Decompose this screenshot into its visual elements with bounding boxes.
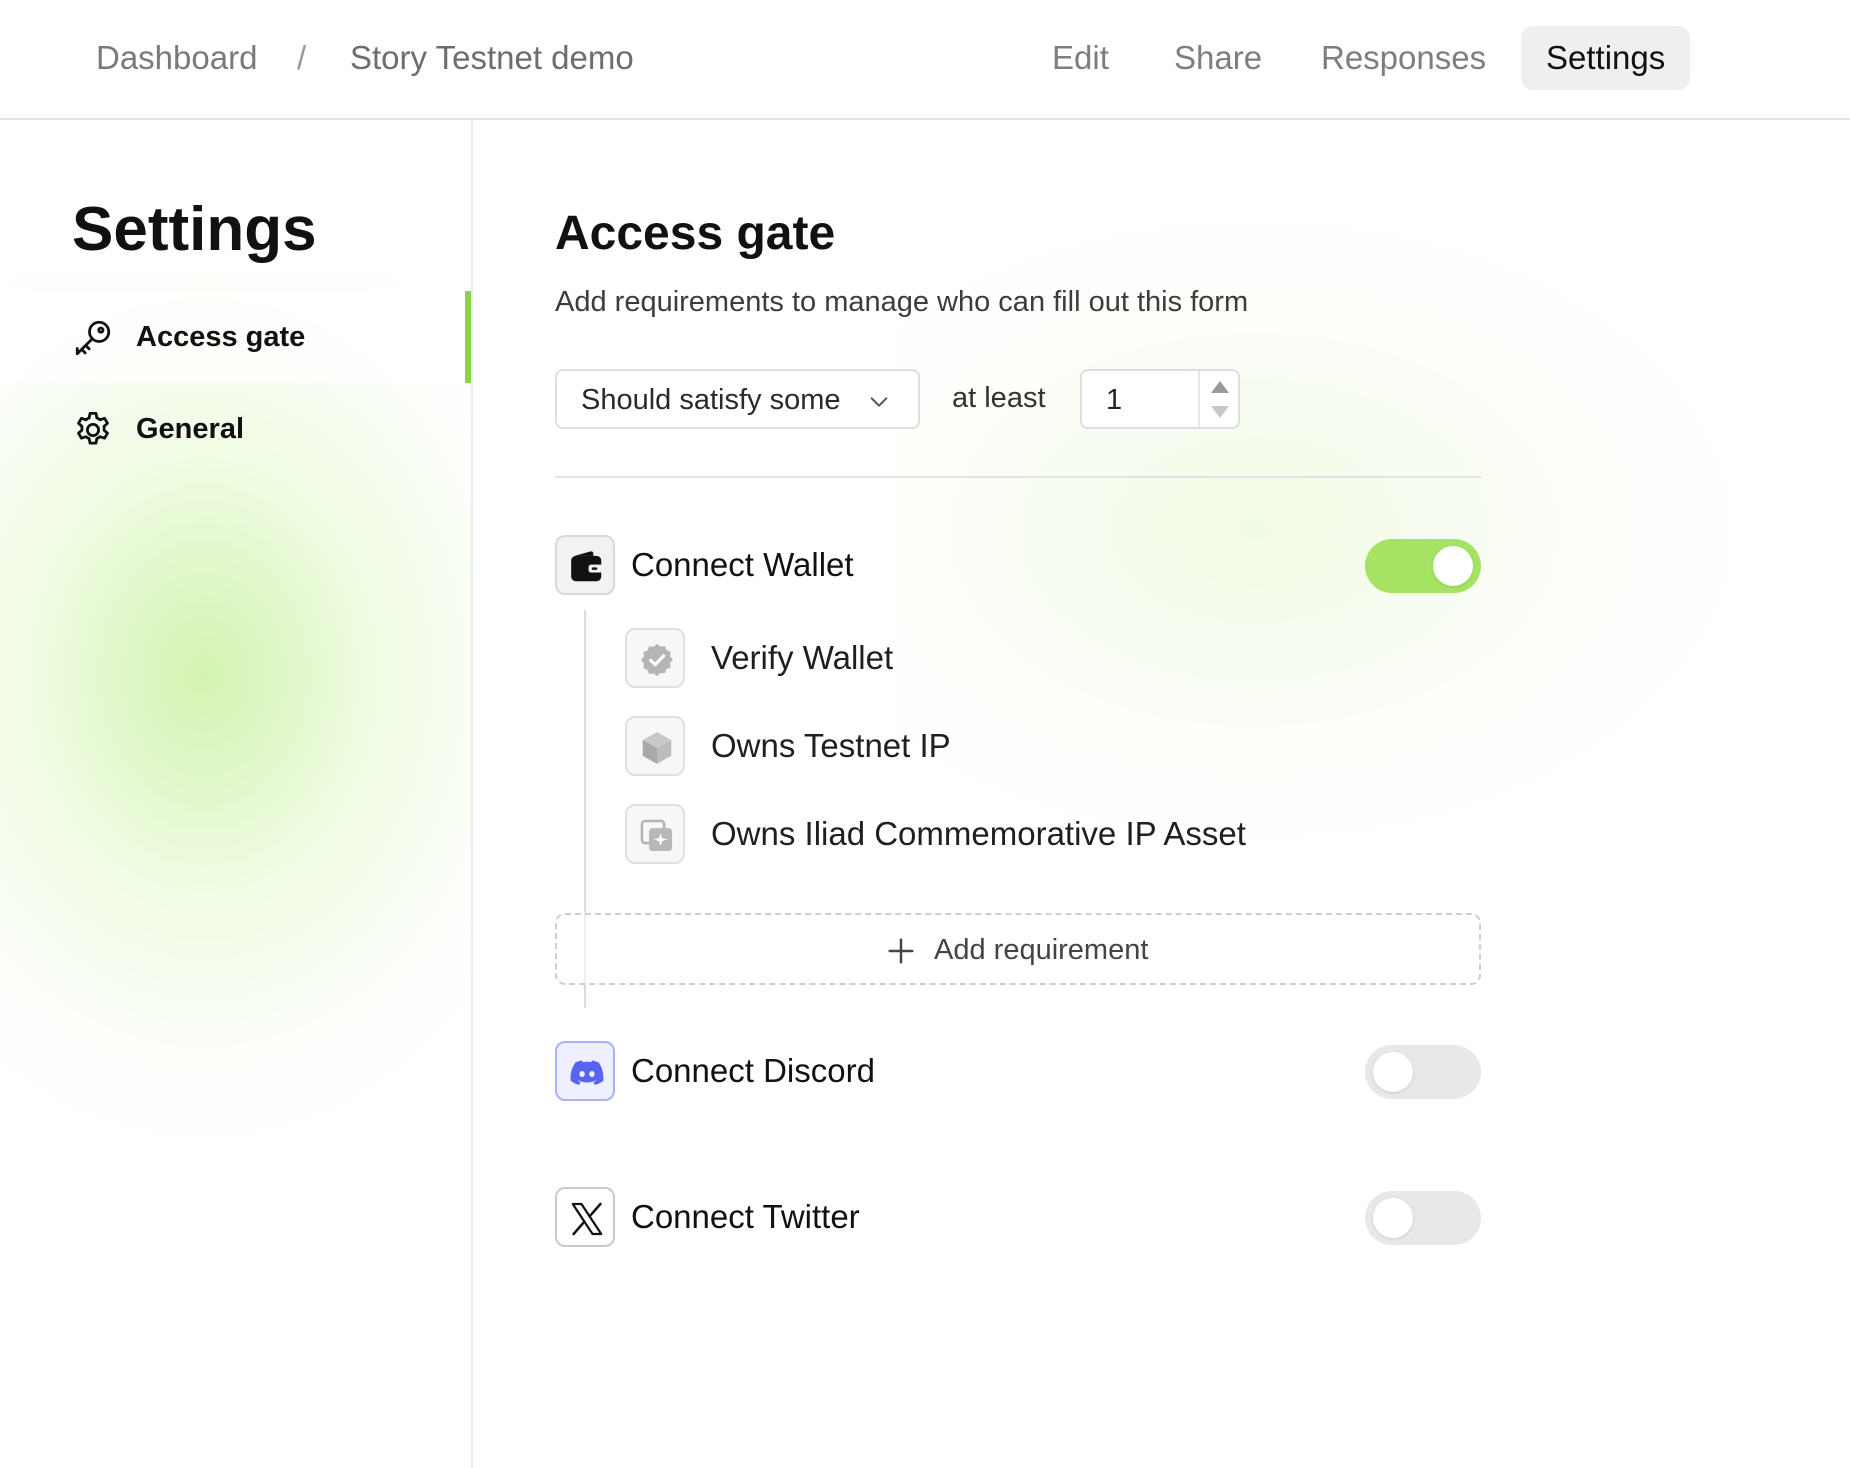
sidebar-item-label: Access gate [136,321,306,353]
toggle-knob [1433,546,1473,586]
chevron-down-icon [870,397,888,407]
asset-sparkle-icon-box [625,804,685,864]
requirement-label: Connect Discord [631,1052,875,1089]
key-icon [75,320,111,356]
condition-select-value: Should satisfy some [581,384,841,416]
wallet-icon [571,551,603,582]
access-gate-panel: Access gate Add requirements to manage w… [475,120,1850,1468]
at-least-number-value: 1 [1106,384,1123,416]
add-requirement-button[interactable]: Add requirement [555,913,1481,985]
settings-sidebar: Settings Access gate General [0,120,473,1468]
connect-wallet-toggle[interactable] [1365,539,1481,593]
tab-settings[interactable]: Settings [1521,26,1691,90]
tab-share[interactable]: Share [1149,26,1287,90]
requirement-label: Connect Twitter [631,1198,860,1235]
at-least-label: at least [952,382,1046,414]
x-logo-icon [571,1202,603,1236]
gear-icon [77,411,109,445]
sub-requirement-owns-testnet-ip[interactable]: Owns Testnet IP [625,716,1325,776]
requirement-connect-twitter: Connect Twitter [555,1187,1481,1247]
connect-twitter-toggle[interactable] [1365,1191,1481,1245]
sub-requirement-owns-iliad-asset[interactable]: Owns Iliad Commemorative IP Asset [625,804,1325,864]
stepper-up-arrow-icon[interactable] [1211,381,1229,393]
section-divider [555,476,1481,478]
sidebar-item-general[interactable]: General [0,383,471,475]
page-description: Add requirements to manage who can fill … [555,286,1249,318]
sub-requirement-verify-wallet[interactable]: Verify Wallet [625,628,1325,688]
toggle-knob [1373,1198,1413,1238]
requirement-connect-discord: Connect Discord [555,1041,1481,1101]
sidebar-title: Settings [72,195,317,264]
condition-select[interactable]: Should satisfy some [555,369,920,429]
toggle-knob [1373,1052,1413,1092]
cube-icon-box [625,716,685,776]
sidebar-item-label: General [136,413,244,445]
wallet-icon-box [555,535,615,595]
at-least-number-input[interactable]: 1 [1080,369,1240,429]
breadcrumb-current-form[interactable]: Story Testnet demo [350,36,634,80]
sub-requirement-label: Verify Wallet [711,639,894,676]
tab-responses[interactable]: Responses [1296,26,1511,90]
add-requirement-label: Add requirement [934,934,1149,966]
breadcrumb-dashboard[interactable]: Dashboard [96,36,257,80]
verified-badge-icon [641,643,673,677]
cube-icon [642,732,672,764]
top-navigation-bar: Dashboard / Story Testnet demo Edit Shar… [0,0,1850,120]
requirement-label: Connect Wallet [631,546,854,583]
sidebar-item-access-gate[interactable]: Access gate [0,291,471,383]
asset-sparkle-icon [640,819,673,852]
sub-requirement-label: Owns Testnet IP [711,727,951,764]
breadcrumb-separator: / [297,39,307,76]
verified-badge-icon-box [625,628,685,688]
discord-icon-box [555,1041,615,1101]
sub-requirement-label: Owns Iliad Commemorative IP Asset [711,815,1246,852]
number-stepper[interactable] [1198,371,1238,427]
tab-edit[interactable]: Edit [1027,26,1134,90]
discord-icon [570,1060,604,1086]
stepper-down-arrow-icon[interactable] [1211,406,1229,418]
x-logo-icon-box [555,1187,615,1247]
page-title: Access gate [555,207,836,260]
connect-discord-toggle[interactable] [1365,1045,1481,1099]
requirement-connect-wallet: Connect Wallet [555,535,1481,595]
plus-icon [888,938,914,964]
